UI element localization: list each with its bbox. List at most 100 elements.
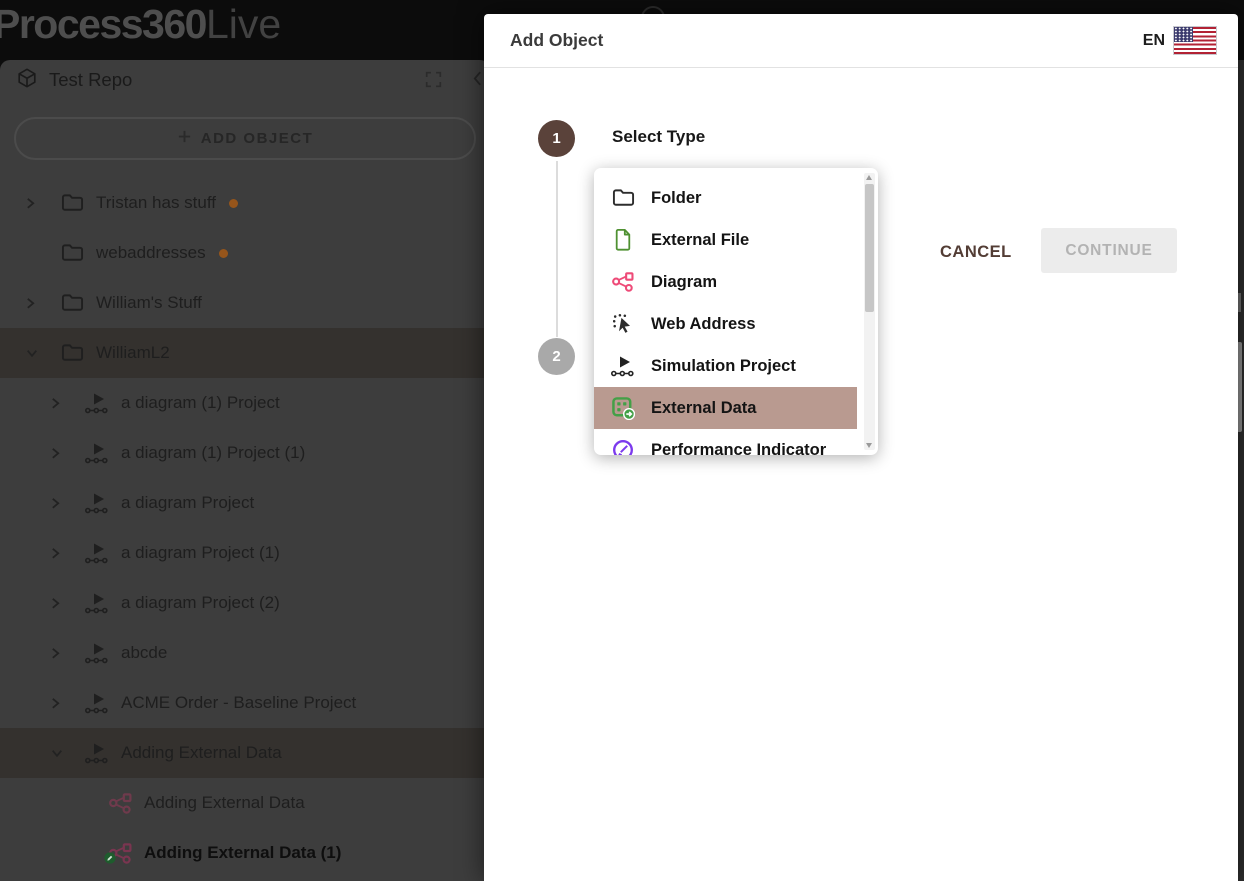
chevron-right-icon[interactable] — [51, 447, 71, 460]
tree-item[interactable]: abcde — [0, 628, 490, 678]
folder-icon — [60, 193, 84, 212]
type-option-performance-indicator[interactable]: Performance Indicator — [594, 429, 878, 455]
tree-item-label: Adding External Data — [144, 793, 305, 813]
type-option-label: Web Address — [651, 315, 756, 334]
simulation-project-icon — [85, 743, 109, 764]
diagram-icon — [108, 843, 132, 864]
repo-tree: Tristan has stuff webaddresses William's… — [0, 178, 490, 881]
tree-item-label: a diagram (1) Project (1) — [121, 443, 305, 463]
type-option-label: External File — [651, 231, 749, 250]
tree-item-label: Adding External Data — [121, 743, 282, 763]
simulation-project-icon — [611, 356, 635, 377]
folder-icon — [60, 243, 84, 262]
type-option-label: Performance Indicator — [651, 441, 826, 456]
step-1-indicator: 1 — [538, 120, 575, 157]
tree-item-label: webaddresses — [96, 243, 206, 263]
tree-item[interactable]: William's Stuff — [0, 278, 490, 328]
tree-item[interactable]: a diagram (1) Project (1) — [0, 428, 490, 478]
tree-item[interactable]: Tristan has stuff — [0, 178, 490, 228]
chevron-right-icon[interactable] — [26, 197, 46, 210]
type-option-label: Diagram — [651, 273, 717, 292]
tree-item[interactable]: a diagram Project (1) — [0, 528, 490, 578]
logo-bold: Process360 — [0, 1, 206, 47]
dropdown-scrollbar[interactable] — [864, 173, 875, 450]
chevron-right-icon[interactable] — [51, 497, 71, 510]
chevron-right-icon[interactable] — [51, 647, 71, 660]
chevron-right-icon[interactable] — [51, 397, 71, 410]
chevron-right-icon[interactable] — [51, 697, 71, 710]
language-code: EN — [1143, 32, 1165, 50]
type-option-folder[interactable]: Folder — [594, 177, 878, 219]
continue-button[interactable]: CONTINUE — [1041, 228, 1177, 273]
repo-cube-icon — [16, 67, 38, 94]
object-type-dropdown: Folder External File Diagram Web Address… — [594, 168, 878, 455]
scroll-up-icon[interactable] — [866, 175, 872, 180]
performance-indicator-icon — [611, 439, 635, 455]
type-option-external-file[interactable]: External File — [594, 219, 878, 261]
web-address-icon — [611, 314, 635, 334]
diagram-icon — [611, 272, 635, 292]
chevron-right-icon[interactable] — [51, 547, 71, 560]
chevron-down-icon[interactable] — [51, 749, 71, 758]
tree-item[interactable]: Adding External Data — [0, 778, 490, 828]
type-option-web-address[interactable]: Web Address — [594, 303, 878, 345]
type-option-label: Simulation Project — [651, 357, 796, 376]
repository-sidebar: Test Repo ADD OBJECT Tristan has stuff — [0, 60, 490, 881]
diagram-icon — [108, 793, 132, 814]
unsaved-dot — [219, 249, 228, 258]
step-2-indicator: 2 — [538, 338, 575, 375]
app-window: Process360Live Test Repo ADD OBJECT — [0, 0, 1244, 881]
chevron-right-icon[interactable] — [26, 297, 46, 310]
dialog-header: Add Object EN — [484, 14, 1238, 68]
us-flag-icon — [1174, 27, 1216, 54]
type-option-simulation-project[interactable]: Simulation Project — [594, 345, 878, 387]
simulation-project-icon — [85, 543, 109, 564]
folder-icon — [60, 343, 84, 362]
type-option-external-data[interactable]: External Data — [594, 387, 857, 429]
tree-item-label: William's Stuff — [96, 293, 202, 313]
external-file-icon — [611, 229, 635, 251]
unsaved-dot — [229, 199, 238, 208]
folder-icon — [611, 188, 635, 207]
tree-item-label: a diagram Project (2) — [121, 593, 280, 613]
language-selector[interactable]: EN — [1143, 27, 1216, 54]
fullscreen-icon[interactable] — [425, 71, 442, 93]
tree-item-label: abcde — [121, 643, 167, 663]
tree-item-label: a diagram (1) Project — [121, 393, 280, 413]
step-number: 1 — [552, 130, 560, 147]
chevron-right-icon[interactable] — [51, 597, 71, 610]
tree-item-label: ACME Order - Baseline Project — [121, 693, 356, 713]
add-object-label: ADD OBJECT — [201, 130, 314, 147]
type-option-label: External Data — [651, 399, 756, 418]
tree-item[interactable]: a diagram Project — [0, 478, 490, 528]
dimmed-content-strip — [1238, 60, 1244, 881]
collapse-sidebar-icon[interactable] — [473, 71, 482, 91]
tree-item[interactable]: Adding External Data — [0, 728, 490, 778]
type-option-label: Folder — [651, 189, 701, 208]
tree-item[interactable]: ACME Order - Baseline Project — [0, 678, 490, 728]
scroll-down-icon[interactable] — [866, 443, 872, 448]
tree-item-label: Tristan has stuff — [96, 193, 216, 213]
tree-item[interactable]: WilliamL2 — [0, 328, 490, 378]
folder-icon — [60, 293, 84, 312]
type-option-diagram[interactable]: Diagram — [594, 261, 878, 303]
step-number: 2 — [552, 348, 560, 365]
chevron-down-icon[interactable] — [26, 349, 46, 358]
simulation-project-icon — [85, 693, 109, 714]
tree-item[interactable]: Adding External Data (1) — [0, 828, 490, 878]
tree-item[interactable]: webaddresses — [0, 228, 490, 278]
simulation-project-icon — [85, 593, 109, 614]
logo-light: Live — [206, 1, 281, 47]
tree-item-label: a diagram Project — [121, 493, 254, 513]
simulation-project-icon — [85, 393, 109, 414]
tree-item[interactable]: a diagram Project (2) — [0, 578, 490, 628]
simulation-project-icon — [85, 443, 109, 464]
tree-item[interactable]: a diagram (1) Project — [0, 378, 490, 428]
repo-header: Test Repo — [0, 60, 490, 100]
tree-item-label: WilliamL2 — [96, 343, 170, 363]
add-object-button[interactable]: ADD OBJECT — [14, 117, 476, 160]
step-1-label: Select Type — [612, 127, 705, 147]
cancel-button[interactable]: CANCEL — [930, 236, 1022, 268]
repo-name: Test Repo — [49, 69, 132, 91]
scrollbar-thumb[interactable] — [865, 184, 874, 312]
